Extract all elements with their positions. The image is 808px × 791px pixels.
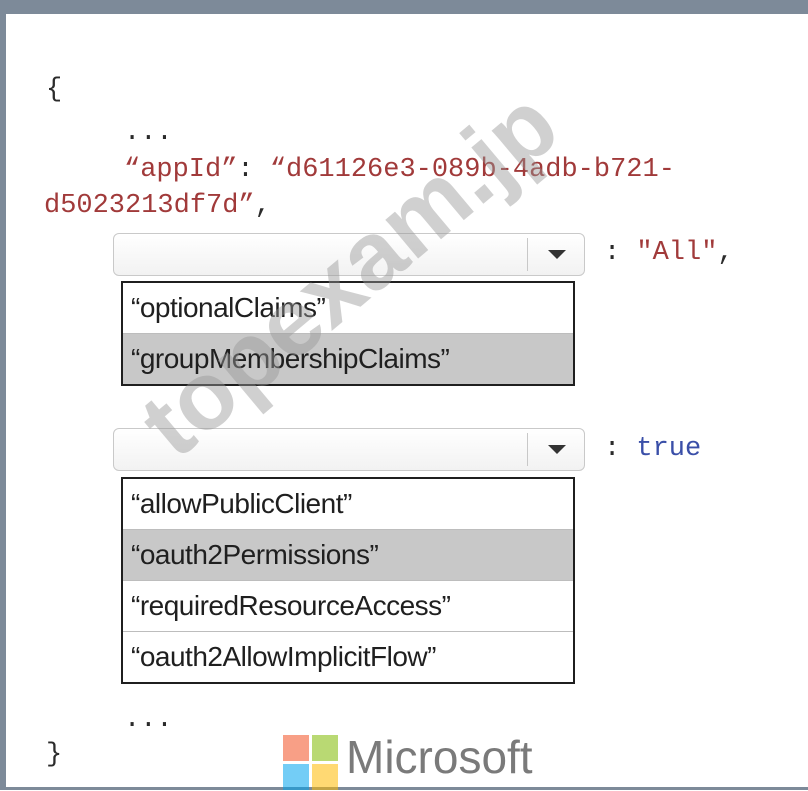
appid-value-part2: d5023213df7d” (44, 191, 255, 221)
option-allow-public-client[interactable]: “allowPublicClient” (123, 479, 573, 530)
option-optional-claims[interactable]: “optionalClaims” (123, 283, 573, 334)
appid-line-2: d5023213df7d”, (44, 191, 271, 221)
dropdown-2-colon: : (604, 434, 621, 464)
option-group-membership-claims[interactable]: “groupMembershipClaims” (123, 334, 573, 384)
option-oauth2-permissions[interactable]: “oauth2Permissions” (123, 530, 573, 581)
option-required-resource-access[interactable]: “requiredResourceAccess” (123, 581, 573, 632)
appid-key: “appId” (124, 155, 238, 185)
property-dropdown-1[interactable] (113, 233, 585, 276)
value-all-comma: , (717, 238, 734, 268)
open-brace: { (46, 75, 63, 105)
logo-square-yellow (312, 764, 338, 790)
dropdown-2-options: “allowPublicClient” “oauth2Permissions” … (121, 477, 575, 684)
value-true: true (636, 434, 702, 464)
appid-comma: , (254, 191, 271, 221)
brand-name: Microsoft (346, 731, 533, 783)
close-brace: } (46, 740, 63, 770)
property-dropdown-2[interactable] (113, 428, 585, 471)
logo-square-blue (283, 764, 309, 790)
appid-line: “appId”: “d61126e3-089b-4adb-b721- (124, 155, 675, 185)
chevron-down-icon[interactable] (528, 429, 584, 470)
value-all: "All" (636, 238, 718, 268)
all-value-line: : "All", (604, 238, 734, 268)
dropdown-1-options: “optionalClaims” “groupMembershipClaims” (121, 281, 575, 386)
appid-colon: : (237, 155, 254, 185)
ellipsis-bottom: ... (124, 705, 173, 735)
logo-square-red (283, 735, 309, 761)
logo-square-green (312, 735, 338, 761)
chevron-down-icon[interactable] (528, 234, 584, 275)
dropdown-1-colon: : (604, 238, 621, 268)
ellipsis-top: ... (124, 118, 173, 148)
option-oauth2-allow-implicit-flow[interactable]: “oauth2AllowImplicitFlow” (123, 632, 573, 682)
appid-value-part1: “d61126e3-089b-4adb-b721- (269, 155, 675, 185)
microsoft-logo-icon (283, 735, 339, 791)
true-value-line: : true (604, 434, 701, 464)
